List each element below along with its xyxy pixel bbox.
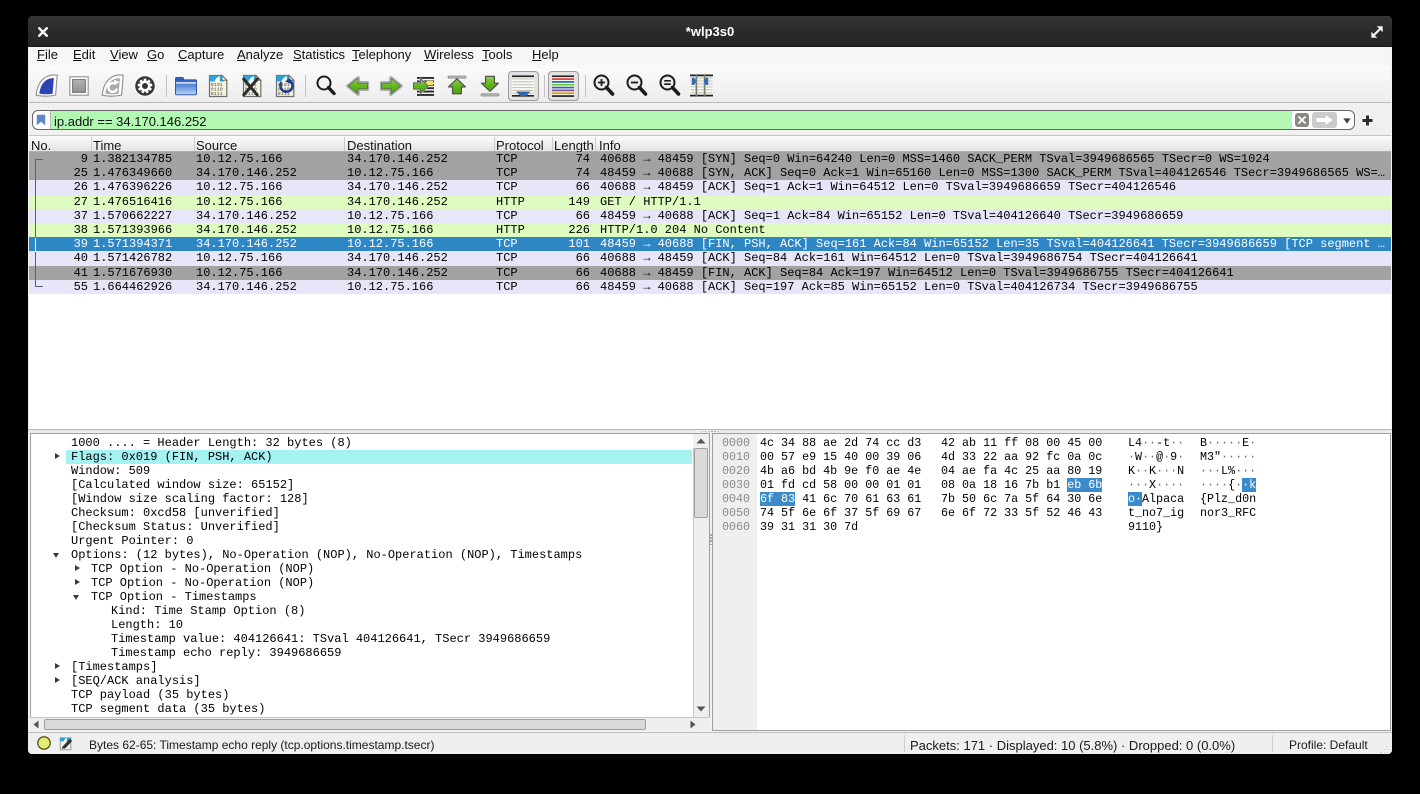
svg-text:0111: 0111: [211, 91, 223, 97]
